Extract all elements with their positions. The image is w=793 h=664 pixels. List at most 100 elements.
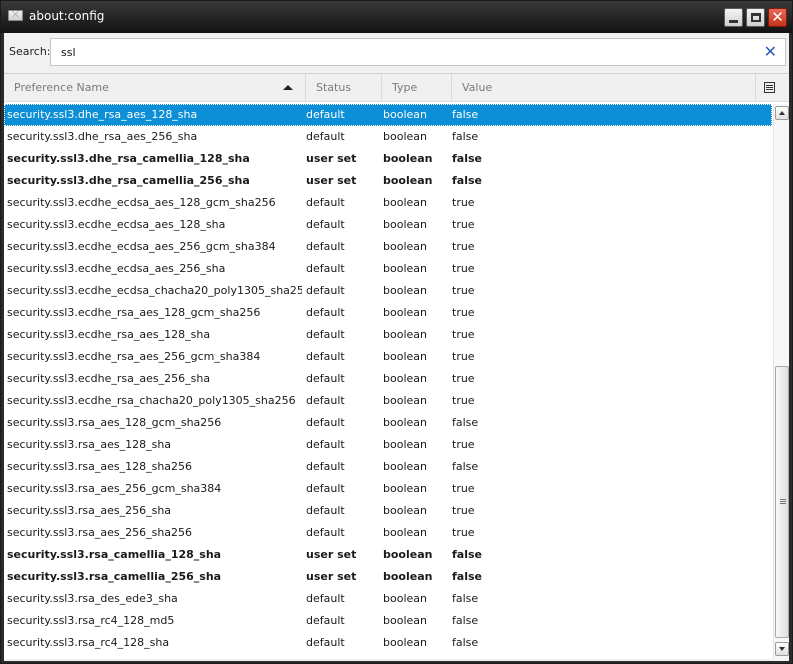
vertical-scrollbar[interactable] [773, 104, 789, 660]
value-cell: false [452, 416, 479, 429]
value-cell: true [452, 240, 475, 253]
value-cell: true [452, 504, 475, 517]
value-cell: true [452, 328, 475, 341]
table-row[interactable]: security.ssl3.rsa_aes_128_gcm_sha256 defa… [4, 412, 772, 434]
column-header-value[interactable]: Value [452, 74, 756, 102]
clear-search-icon[interactable]: ✕ [764, 42, 777, 61]
status-cell: default [306, 636, 345, 649]
status-cell: default [306, 526, 345, 539]
table-row[interactable]: security.ssl3.ecdhe_ecdsa_aes_128_gcm_sh… [4, 192, 772, 214]
status-cell: default [306, 350, 345, 363]
table-row[interactable]: security.ssl3.ecdhe_ecdsa_aes_128_sha def… [4, 214, 772, 236]
window-title: about:config [29, 9, 105, 23]
scroll-down-button[interactable] [775, 642, 789, 656]
preference-name-cell: security.ssl3.ecdhe_rsa_aes_128_gcm_sha2… [7, 306, 261, 319]
preference-name-cell: security.ssl3.ecdhe_ecdsa_aes_256_gcm_sh… [7, 240, 276, 253]
type-cell: boolean [383, 240, 427, 253]
table-row[interactable]: security.ssl3.rsa_camellia_256_sha user s… [4, 566, 772, 588]
type-cell: boolean [383, 372, 427, 385]
preference-name-cell: security.ssl3.rsa_aes_128_sha [7, 438, 172, 451]
scroll-up-button[interactable] [775, 106, 789, 120]
column-header-label: Status [316, 81, 352, 94]
about-config-window: about:config ✕ Search: ssl ✕ Preference … [0, 0, 793, 664]
status-cell: default [306, 306, 345, 319]
maximize-button[interactable] [746, 8, 765, 27]
sort-ascending-icon [283, 85, 293, 90]
status-cell: default [306, 218, 345, 231]
type-cell: boolean [383, 174, 433, 187]
table-row[interactable]: security.ssl3.rsa_camellia_128_sha user s… [4, 544, 772, 566]
status-cell: default [306, 394, 345, 407]
table-row[interactable]: security.ssl3.rsa_rc4_128_md5 default bool… [4, 610, 772, 632]
type-cell: boolean [383, 570, 433, 583]
status-cell: default [306, 108, 345, 121]
scrollbar-thumb[interactable] [775, 366, 789, 638]
table-row[interactable]: security.ssl3.dhe_rsa_aes_128_sha default… [4, 104, 772, 126]
table-row[interactable]: security.ssl3.ecdhe_ecdsa_aes_256_sha def… [4, 258, 772, 280]
value-cell: true [452, 394, 475, 407]
table-row[interactable]: security.ssl3.ecdhe_ecdsa_chacha20_poly1… [4, 280, 772, 302]
title-bar[interactable]: about:config ✕ [1, 1, 792, 33]
column-header-preference-name[interactable]: Preference Name [4, 74, 306, 102]
table-row[interactable]: security.ssl3.ecdhe_ecdsa_aes_256_gcm_sh… [4, 236, 772, 258]
value-cell: true [452, 196, 475, 209]
value-cell: true [452, 284, 475, 297]
grip-icon [780, 499, 786, 500]
scroll-down-icon [779, 647, 785, 651]
preference-name-cell: security.ssl3.rsa_camellia_256_sha [7, 570, 222, 583]
preference-name-cell: security.ssl3.ecdhe_ecdsa_aes_128_gcm_sh… [7, 196, 276, 209]
type-cell: boolean [383, 614, 427, 627]
column-header-type[interactable]: Type [382, 74, 452, 102]
table-row[interactable]: security.ssl3.rsa_aes_256_sha256 default b… [4, 522, 772, 544]
type-cell: boolean [383, 438, 427, 451]
value-cell: true [452, 482, 475, 495]
table-row[interactable]: security.ssl3.ecdhe_rsa_aes_256_sha defau… [4, 368, 772, 390]
type-cell: boolean [383, 108, 427, 121]
column-picker-icon[interactable] [764, 82, 775, 93]
preference-name-cell: security.ssl3.ecdhe_rsa_chacha20_poly130… [7, 394, 296, 407]
preference-name-cell: security.ssl3.rsa_des_ede3_sha [7, 592, 178, 605]
preference-name-cell: security.ssl3.dhe_rsa_camellia_256_sha [7, 174, 250, 187]
table-row[interactable]: security.ssl3.rsa_rc4_128_sha default bool… [4, 632, 772, 654]
table-row[interactable]: security.ssl3.ecdhe_rsa_aes_128_gcm_sha2… [4, 302, 772, 324]
minimize-button[interactable] [724, 8, 743, 27]
search-input[interactable]: ssl ✕ [50, 38, 786, 66]
status-cell: default [306, 460, 345, 473]
table-row[interactable]: security.ssl3.ecdhe_rsa_chacha20_poly130… [4, 390, 772, 412]
table-row[interactable]: security.ssl3.rsa_aes_128_sha default bool… [4, 434, 772, 456]
type-cell: boolean [383, 460, 427, 473]
status-cell: default [306, 482, 345, 495]
value-cell: false [452, 108, 479, 121]
status-cell: default [306, 262, 345, 275]
search-label: Search: [9, 45, 51, 58]
table-row[interactable]: security.ssl3.rsa_aes_128_sha256 default b… [4, 456, 772, 478]
table-row[interactable]: security.ssl3.dhe_rsa_aes_256_sha default… [4, 126, 772, 148]
preference-name-cell: security.ssl3.rsa_aes_256_gcm_sha384 [7, 482, 222, 495]
status-cell: user set [306, 152, 357, 165]
search-bar: Search: ssl ✕ [4, 33, 789, 73]
type-cell: boolean [383, 636, 427, 649]
type-cell: boolean [383, 394, 427, 407]
preference-name-cell: security.ssl3.dhe_rsa_camellia_128_sha [7, 152, 250, 165]
close-button[interactable]: ✕ [768, 8, 787, 27]
status-cell: default [306, 372, 345, 385]
status-cell: default [306, 416, 345, 429]
table-row[interactable]: security.ssl3.ecdhe_rsa_aes_256_gcm_sha3… [4, 346, 772, 368]
table-row[interactable]: security.ssl3.ecdhe_rsa_aes_128_sha defau… [4, 324, 772, 346]
main-content: Search: ssl ✕ Preference Name Status Typ… [4, 33, 789, 661]
value-cell: false [452, 614, 479, 627]
search-input-value: ssl [61, 46, 76, 59]
scroll-up-icon [779, 111, 785, 115]
status-cell: user set [306, 548, 357, 561]
table-row[interactable]: security.ssl3.rsa_des_ede3_sha default boo… [4, 588, 772, 610]
value-cell: false [452, 174, 482, 187]
table-row[interactable]: security.ssl3.rsa_aes_256_sha default bool… [4, 500, 772, 522]
value-cell: false [452, 130, 479, 143]
table-row[interactable]: security.ssl3.dhe_rsa_camellia_128_sha us… [4, 148, 772, 170]
table-row[interactable]: security.ssl3.dhe_rsa_camellia_256_sha us… [4, 170, 772, 192]
status-cell: default [306, 328, 345, 341]
column-header-status[interactable]: Status [306, 74, 382, 102]
table-row[interactable]: security.ssl3.rsa_aes_256_gcm_sha384 defa… [4, 478, 772, 500]
status-cell: default [306, 438, 345, 451]
status-cell: default [306, 196, 345, 209]
